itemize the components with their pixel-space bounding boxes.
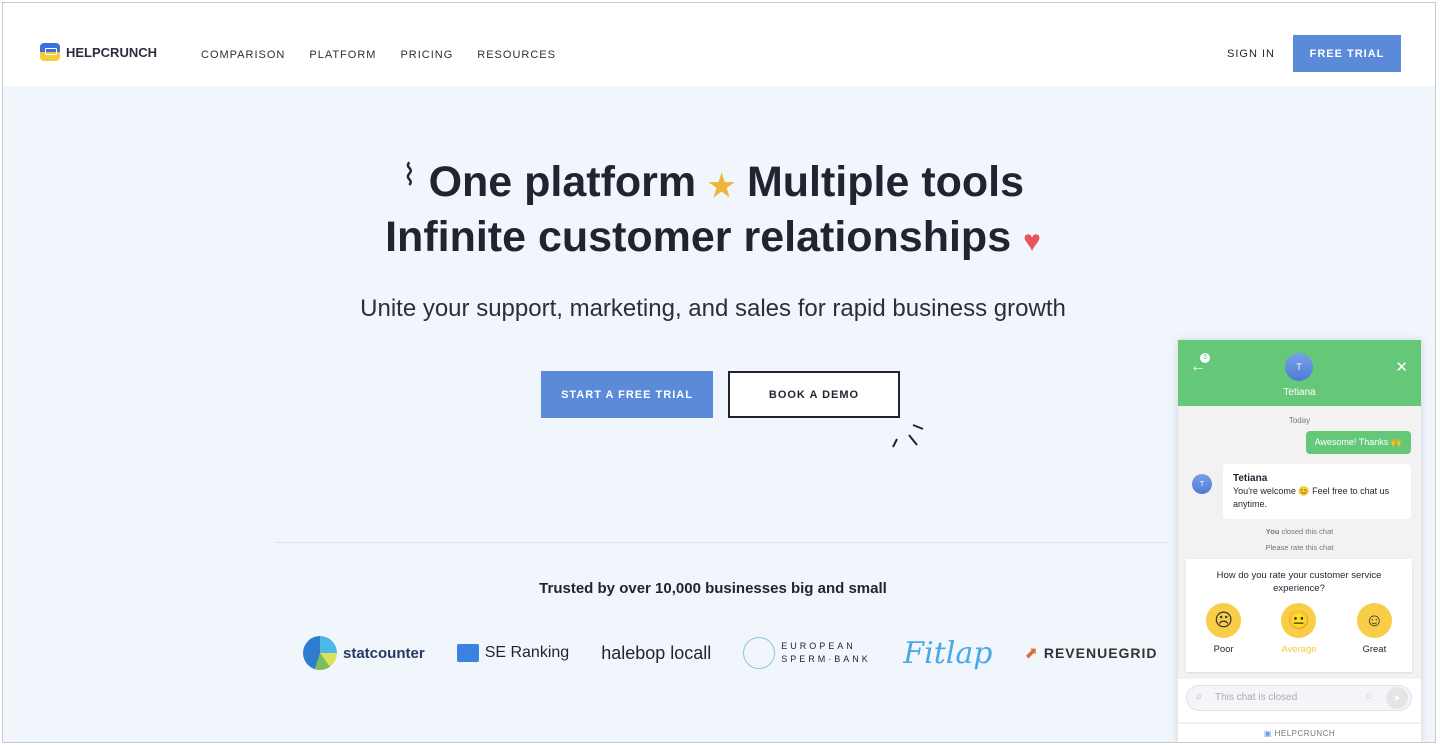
- logo-text: Fitlap: [903, 635, 993, 671]
- header: HELPCRUNCH COMPARISON PLATFORM PRICING R…: [3, 3, 1435, 86]
- emoji-icon[interactable]: ☺: [1364, 691, 1373, 701]
- agent-name: Tetiana: [1283, 387, 1316, 398]
- hero-title-line1: ⌇ One platform ★ Multiple tools: [3, 158, 1423, 207]
- logo-seranking: SE Ranking: [456, 644, 570, 662]
- title-part-2: Multiple tools: [746, 158, 1025, 206]
- page: HELPCRUNCH COMPARISON PLATFORM PRICING R…: [2, 2, 1436, 743]
- powered-by[interactable]: ▣ HELPCRUNCH: [1178, 723, 1421, 742]
- logo-text: EUROPEAN SPERM·BANK: [781, 641, 871, 664]
- customer-logos: statcounter SE Ranking halebop locall EU…: [303, 633, 1158, 673]
- nav-comparison[interactable]: COMPARISON: [201, 49, 285, 61]
- chat-widget: ← 3 T Tetiana ✕ Today Awesome! Thanks 🙌 …: [1178, 340, 1421, 742]
- rating-label: Poor: [1213, 644, 1234, 655]
- rating-great[interactable]: ☺ Great: [1356, 603, 1392, 656]
- logo-european-sperm-bank: EUROPEAN SPERM·BANK: [743, 637, 871, 669]
- book-demo-button[interactable]: BOOK A DEMO: [728, 371, 900, 418]
- title-part-1: One platform: [428, 158, 697, 206]
- rating-label: Average: [1281, 644, 1317, 655]
- agent-avatar: T: [1285, 353, 1313, 381]
- logo-revenuegrid: ⬈ REVENUEGRID: [1024, 643, 1157, 663]
- free-trial-button[interactable]: FREE TRIAL: [1293, 35, 1401, 72]
- logo[interactable]: HELPCRUNCH: [40, 43, 157, 61]
- closed-by: You: [1265, 527, 1280, 536]
- give-life-icon: [743, 637, 776, 669]
- sad-face-icon: ☹: [1206, 603, 1242, 638]
- nav-resources[interactable]: RESOURCES: [477, 49, 556, 61]
- logo-statcounter: statcounter: [303, 636, 425, 670]
- rating-label: Great: [1362, 644, 1387, 655]
- sender-name: Tetiana: [1233, 473, 1268, 484]
- send-button[interactable]: ➤: [1386, 687, 1408, 709]
- chat-input-bar: This chat is closed ⌀ ☺ ➤: [1178, 679, 1421, 722]
- rating-poor[interactable]: ☹ Poor: [1206, 603, 1242, 656]
- divider: [275, 542, 1167, 543]
- sparkle-icon: ⌇: [401, 159, 417, 192]
- logo-text: REVENUEGRID: [1043, 645, 1158, 661]
- doodle-lines-icon: [892, 424, 924, 448]
- nav-pricing[interactable]: PRICING: [400, 49, 453, 61]
- closed-text: closed this chat: [1281, 527, 1334, 536]
- rating-question: How do you rate your customer service ex…: [1216, 570, 1382, 594]
- start-free-trial-button[interactable]: START A FREE TRIAL: [541, 371, 713, 418]
- neutral-face-icon: 😐: [1281, 603, 1317, 638]
- rate-prompt: Please rate this chat: [1265, 543, 1334, 552]
- close-icon[interactable]: ✕: [1395, 358, 1408, 376]
- powered-by-text: HELPCRUNCH: [1274, 729, 1336, 738]
- closed-notice: You closed this chat: [1178, 527, 1421, 536]
- logo-text: HELPCRUNCH: [66, 44, 157, 60]
- sign-in-link[interactable]: SIGN IN: [1227, 48, 1275, 60]
- my-message: Awesome! Thanks 🙌: [1305, 431, 1411, 454]
- revenuegrid-icon: ⬈: [1024, 645, 1038, 662]
- unread-badge: 3: [1200, 353, 1210, 363]
- star-icon: ★: [708, 170, 735, 203]
- logo-text: halebop locall: [601, 642, 712, 663]
- message-text: You're welcome 😊 Feel free to chat us an…: [1233, 486, 1390, 509]
- logo-halebop: halebop locall: [601, 643, 711, 664]
- helpcrunch-logo-icon: [40, 43, 60, 61]
- logo-text: SE Ranking: [484, 644, 570, 661]
- statcounter-icon: [303, 636, 337, 670]
- title-part-3: Infinite customer relationships: [385, 213, 1012, 261]
- nav-platform[interactable]: PLATFORM: [309, 49, 376, 61]
- chat-header: ← 3 T Tetiana ✕: [1178, 340, 1421, 406]
- main-nav: COMPARISON PLATFORM PRICING RESOURCES: [201, 49, 556, 61]
- helpcrunch-icon: ▣: [1263, 729, 1272, 738]
- hero-title-line2: Infinite customer relationships ♥: [3, 213, 1423, 262]
- happy-face-icon: ☺: [1356, 603, 1392, 638]
- rating-card: How do you rate your customer service ex…: [1186, 559, 1412, 672]
- logo-fitlap: Fitlap: [903, 636, 992, 671]
- seranking-icon: [456, 644, 479, 662]
- rating-average[interactable]: 😐 Average: [1281, 603, 1317, 656]
- heart-icon: ♥: [1023, 225, 1041, 258]
- agent-message: Tetiana You're welcome 😊 Feel free to cha…: [1223, 464, 1411, 519]
- logo-text: statcounter: [343, 644, 425, 662]
- attachment-icon[interactable]: ⌀: [1196, 691, 1201, 702]
- chat-input[interactable]: This chat is closed: [1186, 685, 1412, 711]
- agent-avatar-small: T: [1192, 474, 1212, 494]
- hero-subtitle: Unite your support, marketing, and sales…: [360, 295, 1066, 322]
- date-label: Today: [1288, 416, 1311, 425]
